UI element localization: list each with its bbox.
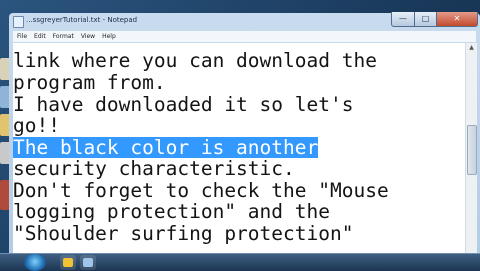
selected-text-line: The black color is another [13,136,319,159]
scroll-up-arrow-icon[interactable]: ▲ [468,44,475,51]
caption-buttons: — □ ✕ [391,12,478,27]
text-line: "Shoulder surfing protection" [13,222,354,245]
menu-format[interactable]: Format [53,33,74,40]
taskbar [0,253,480,271]
minimize-button[interactable]: — [391,12,415,27]
notepad-icon [13,16,24,28]
start-button[interactable] [24,254,46,271]
notepad-window: ...ssgreyerTutorial.txt - Notepad — □ ✕ … [9,12,480,253]
text-line: security characteristic. [13,157,295,180]
text-line: link where you can download the [13,49,377,72]
window-title: ...ssgreyerTutorial.txt - Notepad [26,16,138,24]
menu-edit[interactable]: Edit [34,33,46,40]
menu-view[interactable]: View [81,33,95,40]
text-line: Don't forget to check the "Mouse [13,179,389,202]
text-line: I have downloaded it so let's [13,93,354,116]
menu-bar: File Edit Format View Help [13,31,476,42]
taskbar-app-icon[interactable] [80,255,96,270]
menu-file[interactable]: File [17,33,27,40]
text-line: go!! [13,114,60,137]
taskbar-app-icon[interactable] [60,255,76,270]
text-line: program from. [13,71,166,94]
text-editor[interactable]: link where you can download the program … [13,43,465,253]
vertical-scrollbar[interactable]: ▲ [465,43,477,253]
window-titlebar[interactable]: ...ssgreyerTutorial.txt - Notepad — □ ✕ [9,12,480,30]
maximize-button[interactable]: □ [415,12,437,27]
scrollbar-thumb[interactable] [467,125,477,175]
menu-help[interactable]: Help [102,33,116,40]
close-button[interactable]: ✕ [437,12,478,27]
text-line: logging protection" and the [13,200,330,223]
